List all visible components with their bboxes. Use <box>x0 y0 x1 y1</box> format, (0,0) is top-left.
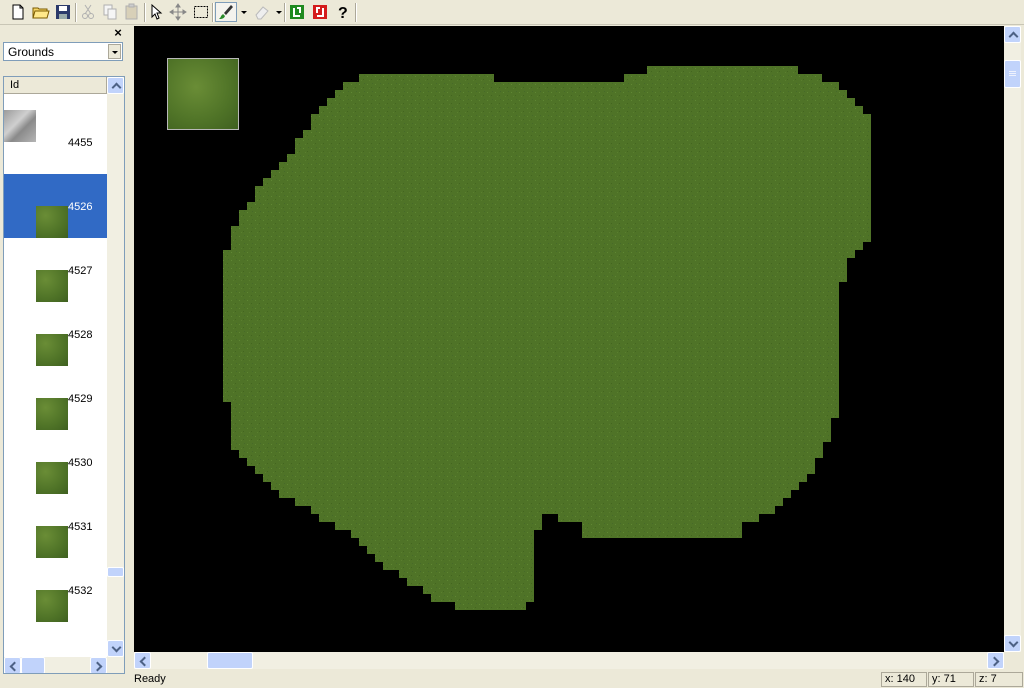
rectangle-select-icon[interactable] <box>192 3 210 21</box>
status-bar: Ready x: 140 y: 71 z: 7 <box>0 671 1024 688</box>
brush-dropdown-icon[interactable] <box>241 11 247 14</box>
new-file-icon[interactable] <box>9 3 27 21</box>
chevron-down-icon[interactable] <box>108 44 121 59</box>
list-item[interactable]: 4531 <box>4 494 107 558</box>
item-id: 4527 <box>68 265 93 277</box>
map-vertical-scrollbar[interactable] <box>1004 26 1021 652</box>
category-select-value: Grounds <box>8 45 55 59</box>
item-id: 4532 <box>68 585 93 597</box>
status-z: z: 7 <box>975 672 1023 687</box>
list-item[interactable]: 4528 <box>4 302 107 366</box>
status-text: Ready <box>134 673 166 685</box>
open-folder-icon[interactable] <box>32 3 50 21</box>
grass-tile-thumbnail <box>36 206 68 238</box>
map-canvas[interactable] <box>134 26 1004 652</box>
help-icon[interactable]: ? <box>334 3 352 21</box>
status-x: x: 140 <box>881 672 927 687</box>
paste-icon[interactable] <box>123 3 141 21</box>
item-id: 4529 <box>68 393 93 405</box>
item-list[interactable]: 445444554526452745284529453045314532 Id <box>3 76 125 674</box>
list-item[interactable]: 4455 <box>4 110 107 174</box>
grass-area <box>223 66 871 610</box>
item-list-rows: 445444554526452745284529453045314532 <box>4 77 107 622</box>
grass-tile-thumbnail <box>36 526 68 558</box>
eraser-icon[interactable] <box>253 3 271 21</box>
grass-tile-thumbnail <box>36 270 68 302</box>
list-item[interactable]: 4526 <box>4 174 107 238</box>
scroll-up-icon[interactable] <box>107 77 124 94</box>
brush-icon[interactable] <box>215 2 237 22</box>
scroll-left-icon[interactable] <box>134 652 151 669</box>
grass-tile-thumbnail <box>36 590 68 622</box>
map-hscroll-thumb[interactable] <box>207 652 253 669</box>
item-id: 4455 <box>68 137 93 149</box>
list-item[interactable]: 4530 <box>4 430 107 494</box>
list-item[interactable]: 4532 <box>4 558 107 622</box>
category-select[interactable]: Grounds <box>3 42 123 61</box>
map-vscroll-thumb[interactable] <box>1004 60 1021 88</box>
item-id: 4531 <box>68 521 93 533</box>
toolbar: ? <box>0 0 1024 25</box>
column-header-id[interactable]: Id <box>4 77 107 94</box>
selected-tile-preview <box>167 58 239 130</box>
palette-panel: × Grounds 445444554526452745284529453045… <box>0 26 130 674</box>
grass-tile-thumbnail <box>36 462 68 494</box>
cut-icon[interactable] <box>79 3 97 21</box>
copy-icon[interactable] <box>101 3 119 21</box>
red-bracket-icon[interactable] <box>311 3 329 21</box>
svg-text:?: ? <box>338 5 348 21</box>
list-scroll-thumb[interactable] <box>107 567 124 577</box>
list-item[interactable]: 4527 <box>4 238 107 302</box>
close-icon[interactable]: × <box>112 26 124 40</box>
scroll-right-icon[interactable] <box>987 652 1004 669</box>
scroll-up-icon[interactable] <box>1004 26 1021 43</box>
grass-tile-thumbnail <box>36 334 68 366</box>
item-id: 4528 <box>68 329 93 341</box>
rock-tile-thumbnail <box>4 110 36 142</box>
select-arrow-icon[interactable] <box>147 3 165 21</box>
scroll-down-icon[interactable] <box>1004 635 1021 652</box>
move-icon[interactable] <box>169 3 187 21</box>
list-item[interactable]: 4529 <box>4 366 107 430</box>
item-id: 4530 <box>68 457 93 469</box>
green-bracket-icon[interactable] <box>288 3 306 21</box>
list-vertical-scrollbar[interactable] <box>107 77 124 657</box>
scroll-down-icon[interactable] <box>107 640 124 657</box>
item-id: 4526 <box>68 201 93 213</box>
grass-tile-thumbnail <box>36 398 68 430</box>
eraser-dropdown-icon[interactable] <box>276 11 282 14</box>
save-icon[interactable] <box>54 3 72 21</box>
status-y: y: 71 <box>928 672 974 687</box>
map-horizontal-scrollbar[interactable] <box>134 652 1004 669</box>
